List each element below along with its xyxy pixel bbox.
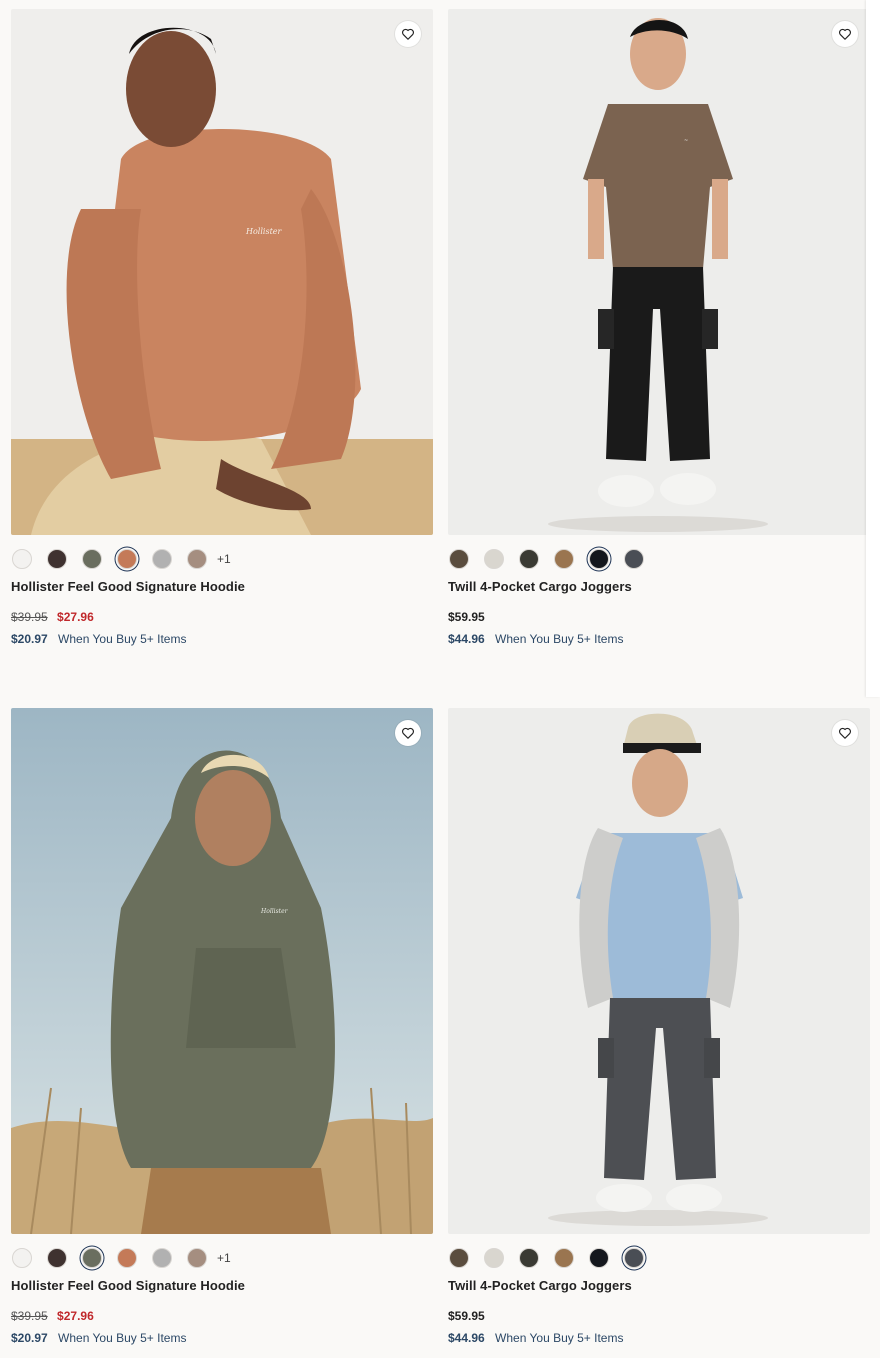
promo-text: When You Buy 5+ Items bbox=[58, 1331, 187, 1345]
color-swatch[interactable] bbox=[117, 1248, 137, 1268]
side-panel-edge bbox=[866, 0, 880, 697]
color-swatch[interactable] bbox=[554, 549, 574, 569]
promo-price: $44.96 bbox=[448, 632, 485, 646]
product-image[interactable]: Hollister bbox=[11, 9, 433, 535]
color-swatch[interactable] bbox=[484, 549, 504, 569]
promo-text: When You Buy 5+ Items bbox=[58, 632, 187, 646]
color-swatch[interactable] bbox=[152, 1248, 172, 1268]
color-swatches: +1 bbox=[12, 547, 433, 571]
regular-price: $59.95 bbox=[448, 610, 485, 624]
heart-outline-icon bbox=[839, 28, 851, 40]
price-block: $39.95 $27.96 bbox=[11, 1309, 433, 1325]
product-image[interactable]: ~ bbox=[448, 9, 870, 535]
color-swatch[interactable] bbox=[187, 1248, 207, 1268]
color-swatch[interactable] bbox=[449, 549, 469, 569]
product-name[interactable]: Twill 4-Pocket Cargo Joggers bbox=[448, 579, 870, 594]
product-photo: Hollister bbox=[11, 9, 433, 535]
product-grid: Hollister +1 Hollister Feel Good Signatu… bbox=[0, 0, 880, 1358]
color-swatch[interactable] bbox=[82, 549, 102, 569]
color-swatch[interactable] bbox=[117, 549, 137, 569]
color-swatch[interactable] bbox=[589, 1248, 609, 1268]
promo-block: $44.96 When You Buy 5+ Items bbox=[448, 632, 870, 648]
price-block: $59.95 bbox=[448, 610, 870, 626]
product-image[interactable]: Hollister bbox=[11, 708, 433, 1234]
price-block: $39.95 $27.96 bbox=[11, 610, 433, 626]
more-colors-link[interactable]: +1 bbox=[217, 552, 231, 566]
color-swatch[interactable] bbox=[82, 1248, 102, 1268]
product-name[interactable]: Twill 4-Pocket Cargo Joggers bbox=[448, 1278, 870, 1293]
color-swatch[interactable] bbox=[624, 1248, 644, 1268]
promo-price: $20.97 bbox=[11, 1331, 48, 1345]
wishlist-button[interactable] bbox=[395, 21, 421, 47]
color-swatch[interactable] bbox=[152, 549, 172, 569]
sale-price: $27.96 bbox=[57, 610, 94, 624]
product-card[interactable]: Twill 4-Pocket Cargo Joggers $59.95 $44.… bbox=[448, 708, 870, 1347]
product-name[interactable]: Hollister Feel Good Signature Hoodie bbox=[11, 1278, 433, 1293]
svg-text:Hollister: Hollister bbox=[260, 908, 289, 915]
product-name[interactable]: Hollister Feel Good Signature Hoodie bbox=[11, 579, 433, 594]
promo-price: $20.97 bbox=[11, 632, 48, 646]
color-swatch[interactable] bbox=[12, 1248, 32, 1268]
promo-price: $44.96 bbox=[448, 1331, 485, 1345]
product-photo: Hollister bbox=[11, 708, 433, 1234]
wishlist-button[interactable] bbox=[832, 720, 858, 746]
promo-block: $20.97 When You Buy 5+ Items bbox=[11, 632, 433, 648]
color-swatch[interactable] bbox=[449, 1248, 469, 1268]
promo-text: When You Buy 5+ Items bbox=[495, 632, 624, 646]
regular-price: $59.95 bbox=[448, 1309, 485, 1323]
price-block: $59.95 bbox=[448, 1309, 870, 1325]
color-swatches: +1 bbox=[12, 1246, 433, 1270]
color-swatch[interactable] bbox=[554, 1248, 574, 1268]
color-swatches bbox=[449, 1246, 870, 1270]
product-card[interactable]: ~ Twill 4-Pocket Cargo Joggers $59.95 $4… bbox=[448, 9, 870, 648]
heart-outline-icon bbox=[402, 28, 414, 40]
original-price: $39.95 bbox=[11, 610, 48, 624]
svg-text:~: ~ bbox=[684, 138, 688, 144]
heart-outline-icon bbox=[839, 727, 851, 739]
promo-block: $20.97 When You Buy 5+ Items bbox=[11, 1331, 433, 1347]
color-swatch[interactable] bbox=[589, 549, 609, 569]
color-swatches bbox=[449, 547, 870, 571]
color-swatch[interactable] bbox=[484, 1248, 504, 1268]
promo-text: When You Buy 5+ Items bbox=[495, 1331, 624, 1345]
color-swatch[interactable] bbox=[519, 1248, 539, 1268]
heart-outline-icon bbox=[402, 727, 414, 739]
color-swatch[interactable] bbox=[187, 549, 207, 569]
more-colors-link[interactable]: +1 bbox=[217, 1251, 231, 1265]
color-swatch[interactable] bbox=[47, 1248, 67, 1268]
wishlist-button[interactable] bbox=[395, 720, 421, 746]
svg-text:Hollister: Hollister bbox=[245, 227, 283, 236]
wishlist-button[interactable] bbox=[832, 21, 858, 47]
product-card[interactable]: Hollister +1 Hollister Feel Good Signatu… bbox=[11, 708, 433, 1347]
color-swatch[interactable] bbox=[12, 549, 32, 569]
promo-block: $44.96 When You Buy 5+ Items bbox=[448, 1331, 870, 1347]
product-photo bbox=[448, 708, 870, 1234]
original-price: $39.95 bbox=[11, 1309, 48, 1323]
product-photo: ~ bbox=[448, 9, 870, 535]
color-swatch[interactable] bbox=[47, 549, 67, 569]
color-swatch[interactable] bbox=[519, 549, 539, 569]
product-image[interactable] bbox=[448, 708, 870, 1234]
sale-price: $27.96 bbox=[57, 1309, 94, 1323]
product-card[interactable]: Hollister +1 Hollister Feel Good Signatu… bbox=[11, 9, 433, 648]
color-swatch[interactable] bbox=[624, 549, 644, 569]
